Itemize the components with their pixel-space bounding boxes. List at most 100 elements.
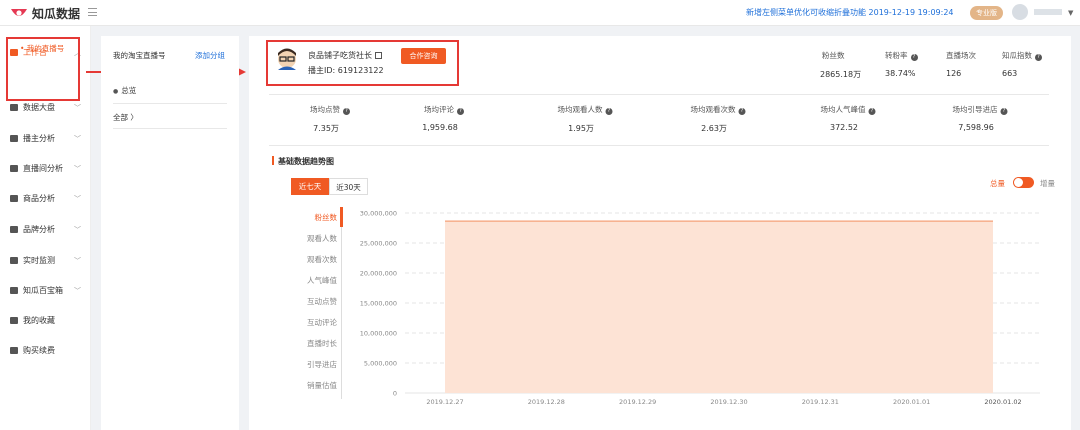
stat-label: 场均点赞?	[310, 104, 350, 115]
chevron-down-icon[interactable]: ﹀	[74, 164, 81, 174]
metric-tab[interactable]: 互动评论	[307, 317, 337, 328]
sidebar-item[interactable]: 我的收藏	[10, 315, 84, 326]
y-tick-label: 20,000,000	[360, 270, 397, 278]
x-tick-label: 2020.01.01	[893, 398, 930, 406]
caret-down-icon[interactable]: ▼	[1068, 9, 1073, 17]
all-group-item[interactable]: 全部 〉	[113, 112, 138, 123]
update-notice[interactable]: 新增左侧菜单优化可收缩折叠功能 2019-12-19 19:09:24	[746, 7, 954, 18]
stat-label: 场均引导进店?	[953, 104, 1008, 115]
y-tick-label: 25,000,000	[360, 240, 397, 248]
metric-tab[interactable]: 观看次数	[307, 254, 337, 265]
chevron-down-icon[interactable]: ﹀	[74, 194, 81, 204]
monitor-icon	[10, 257, 18, 264]
top-bar: 知瓜数据 新增左侧菜单优化可收缩折叠功能 2019-12-19 19:09:24…	[0, 0, 1080, 26]
metric-tab[interactable]: 直播时长	[307, 338, 337, 349]
metric-tab[interactable]: 观看人数	[307, 233, 337, 244]
header-stat-value: 2865.18万	[820, 70, 862, 79]
help-icon[interactable]: ?	[605, 108, 613, 115]
header-stat-value: 126	[946, 69, 962, 78]
series-area	[445, 221, 993, 393]
section-accent	[272, 156, 274, 165]
help-icon[interactable]: ?	[343, 108, 350, 115]
y-tick-label: 5,000,000	[364, 360, 397, 368]
anchor-analysis-icon	[10, 135, 18, 142]
y-tick-label: 0	[393, 390, 397, 398]
sidebar-item-label: 直播间分析	[23, 164, 63, 173]
toolbox-icon	[10, 287, 18, 294]
metric-tab[interactable]: 人气峰值	[307, 275, 337, 286]
stat-value: 2.63万	[701, 124, 727, 133]
metric-tab[interactable]: 互动点赞	[307, 296, 337, 307]
divider	[113, 103, 227, 104]
sidebar-item[interactable]: 购买续费	[10, 345, 84, 356]
user-name[interactable]	[1034, 9, 1062, 15]
y-tick-label: 10,000,000	[360, 330, 397, 338]
sidebar-item[interactable]: 商品分析 ﹀	[10, 193, 84, 204]
add-group-link[interactable]: 添加分组	[195, 50, 225, 61]
metric-tab[interactable]: 销量估值	[307, 380, 337, 391]
highlight-box	[266, 40, 459, 86]
header-stat-label: 粉丝数	[822, 51, 845, 60]
help-icon[interactable]: ?	[1000, 108, 1008, 115]
help-icon[interactable]: ?	[1035, 54, 1042, 61]
overview-item[interactable]: 总览	[113, 85, 136, 96]
panel-title: 我的淘宝直播号	[113, 51, 166, 60]
help-icon[interactable]: ?	[868, 108, 876, 115]
stat-value: 1.95万	[568, 124, 594, 133]
x-tick-label: 2019.12.31	[802, 398, 839, 406]
chevron-down-icon[interactable]: ﹀	[74, 256, 81, 266]
x-tick-label: 2019.12.28	[528, 398, 565, 406]
product-icon	[10, 195, 18, 202]
logo-icon	[11, 8, 27, 16]
range-tab-7days[interactable]: 近七天	[291, 178, 329, 195]
user-avatar[interactable]	[1012, 4, 1028, 20]
stat-value: 7,598.96	[958, 123, 994, 132]
app-logo[interactable]: 知瓜数据	[10, 5, 80, 22]
trend-chart: 30,000,000 25,000,000 20,000,000 15,000,000…	[360, 210, 1040, 406]
divider	[269, 94, 1049, 95]
dashboard-icon	[10, 104, 18, 111]
stat-value: 1,959.68	[422, 123, 458, 132]
toggle-label-total[interactable]: 总量	[990, 178, 1005, 189]
metric-tab[interactable]: 引导进店	[307, 359, 337, 370]
x-tick-label: 2019.12.27	[426, 398, 463, 406]
sidebar-item[interactable]: 直播间分析 ﹀	[10, 163, 84, 174]
menu-collapse-icon[interactable]	[88, 8, 97, 16]
sidebar-item[interactable]: 播主分析 ﹀	[10, 133, 84, 144]
metric-rail	[341, 207, 342, 399]
chevron-down-icon[interactable]: ﹀	[74, 103, 81, 113]
account-panel: 我的淘宝直播号 添加分组 总览 全部 〉	[101, 36, 239, 430]
sidebar-item-label: 品牌分析	[23, 225, 55, 234]
highlight-box	[6, 37, 80, 101]
sidebar-item[interactable]: 数据大盘 ﹀	[10, 102, 84, 113]
x-tick-label: 2020.01.02	[984, 398, 1021, 406]
sidebar-item[interactable]: 品牌分析 ﹀	[10, 224, 84, 235]
sidebar-item-label: 购买续费	[23, 346, 55, 355]
header-stat-label: 直播场次	[946, 51, 976, 60]
x-tick-label: 2019.12.30	[710, 398, 747, 406]
help-icon[interactable]: ?	[910, 54, 918, 61]
toggle-label-increment[interactable]: 增量	[1040, 178, 1055, 189]
chevron-down-icon[interactable]: ﹀	[74, 134, 81, 144]
sidebar-item[interactable]: 实时监测 ﹀	[10, 255, 84, 266]
sidebar-item[interactable]: 知瓜百宝箱 ﹀	[10, 285, 84, 296]
stat-label: 场均人气峰值?	[821, 104, 876, 115]
sidebar-item-label: 实时监测	[23, 256, 55, 265]
y-tick-label: 30,000,000	[360, 210, 397, 218]
stat-value: 372.52	[830, 123, 858, 132]
chevron-down-icon[interactable]: ﹀	[74, 286, 81, 296]
sidebar-item-label: 播主分析	[23, 134, 55, 143]
x-tick-label: 2019.12.29	[619, 398, 656, 406]
stat-label: 场均观看人数?	[558, 104, 613, 115]
sidebar-item-label: 我的收藏	[23, 316, 55, 325]
chevron-down-icon[interactable]: ﹀	[74, 225, 81, 235]
metric-tab[interactable]: 粉丝数	[315, 212, 338, 223]
toggle-knob[interactable]	[1014, 178, 1023, 187]
brand-icon	[10, 226, 18, 233]
header-stat-label: 转粉率?	[885, 50, 918, 61]
help-icon[interactable]: ?	[738, 108, 746, 115]
help-icon[interactable]: ?	[457, 108, 464, 115]
app-name: 知瓜数据	[32, 7, 81, 21]
cart-icon	[10, 347, 18, 354]
range-tab-30days[interactable]: 近30天	[329, 178, 368, 195]
